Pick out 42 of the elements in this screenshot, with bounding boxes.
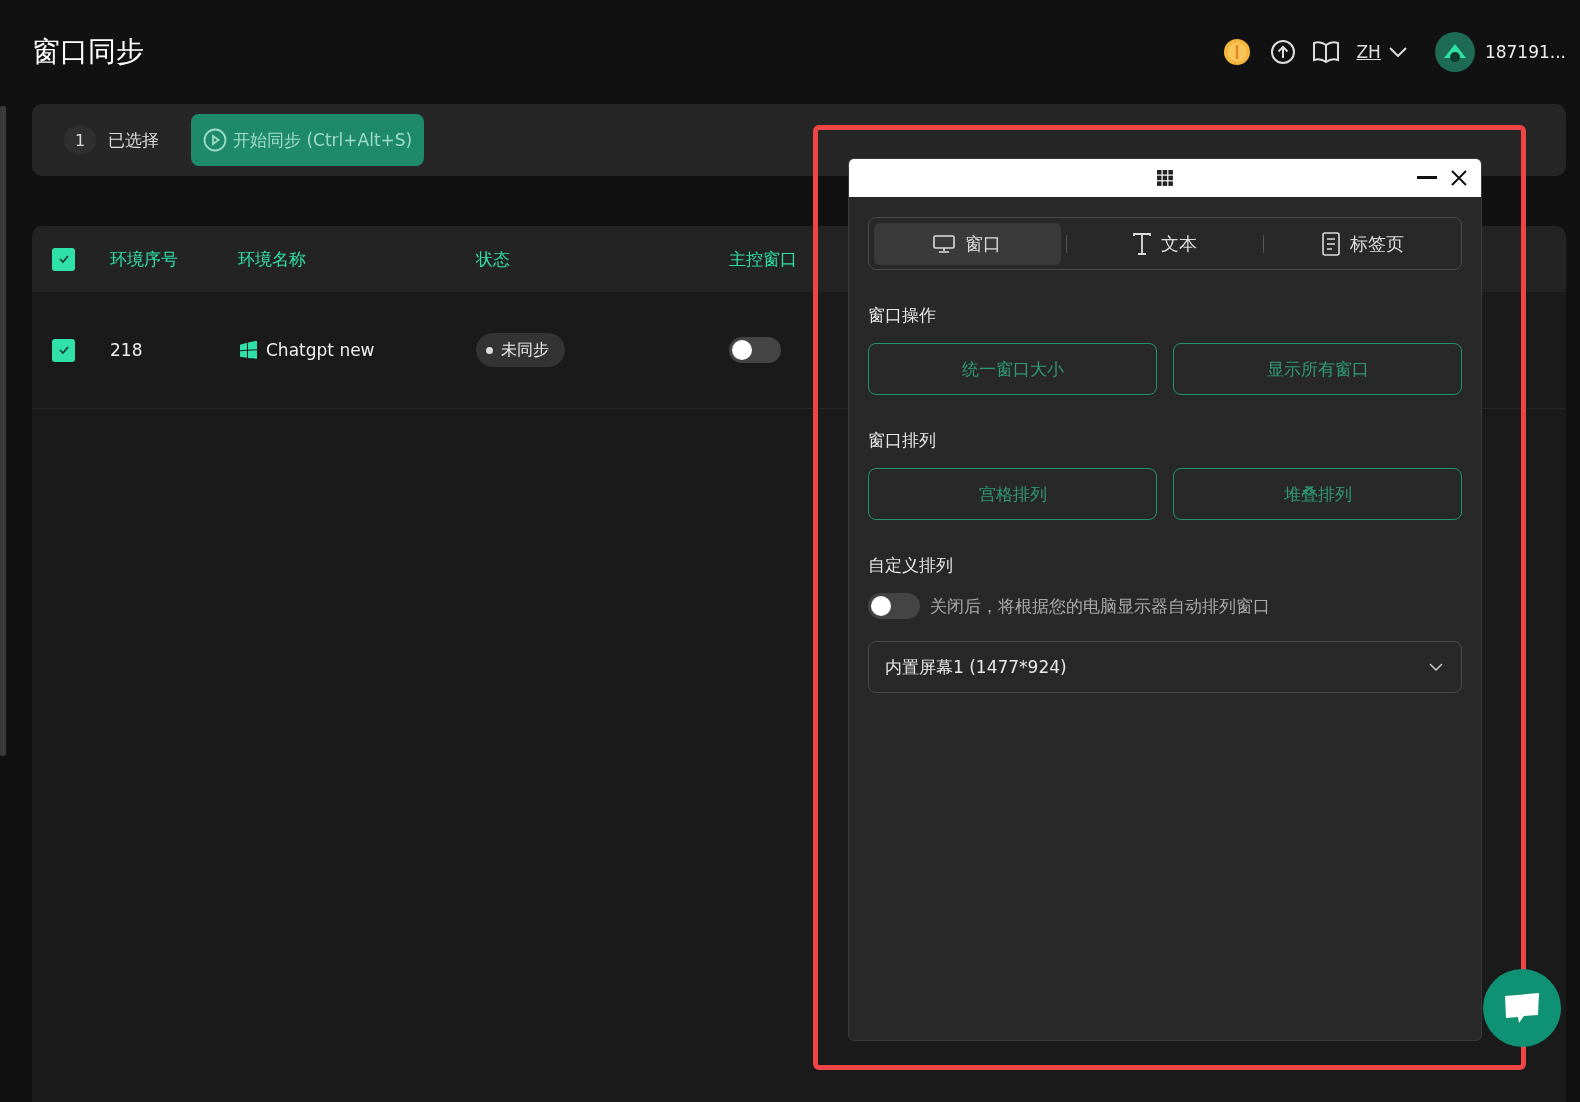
action-button[interactable]: 显示所有窗口 xyxy=(1173,343,1462,395)
chat-bubble-icon xyxy=(1502,991,1542,1025)
avatar-icon[interactable] xyxy=(1434,32,1475,72)
text-icon xyxy=(1133,232,1151,255)
grid-icon xyxy=(1157,170,1173,186)
action-button[interactable]: 堆叠排列 xyxy=(1173,468,1462,520)
screen-select[interactable]: 内置屏幕1 (1477*924) xyxy=(868,641,1462,693)
chevron-down-icon xyxy=(1388,47,1407,57)
language-selector[interactable]: ZH xyxy=(1356,42,1407,62)
action-button[interactable]: 统一窗口大小 xyxy=(868,343,1157,395)
master-window-toggle[interactable] xyxy=(729,337,781,363)
selected-count: 1 xyxy=(64,126,96,154)
document-icon xyxy=(1321,231,1340,256)
tab[interactable]: 标签页 xyxy=(1269,222,1456,265)
custom-arrange-toggle[interactable] xyxy=(868,593,920,619)
toggle-hint: 关闭后，将根据您的电脑显示器自动排列窗口 xyxy=(930,594,1270,618)
monitor-icon xyxy=(933,234,956,253)
row-checkbox[interactable] xyxy=(52,338,75,362)
select-all-checkbox[interactable] xyxy=(52,247,75,271)
status-badge: 未同步 xyxy=(476,333,565,367)
column-header: 环境序号 xyxy=(110,247,178,271)
tab[interactable]: 文本 xyxy=(1071,222,1259,265)
upload-icon[interactable] xyxy=(1270,39,1297,65)
table-cell: Chatgpt new xyxy=(266,340,375,360)
section-title: 窗口操作 xyxy=(868,304,937,327)
tab[interactable]: 窗口 xyxy=(874,222,1061,265)
section-title: 自定义排列 xyxy=(868,554,954,577)
close-icon[interactable] xyxy=(1451,170,1467,186)
minimize-icon[interactable] xyxy=(1417,176,1437,180)
selected-label: 已选择 xyxy=(108,128,159,152)
windows-logo-icon xyxy=(238,341,258,359)
play-icon xyxy=(203,128,227,152)
page-title: 窗口同步 xyxy=(32,34,144,70)
action-button[interactable]: 宫格排列 xyxy=(868,468,1157,520)
username[interactable]: 187191... xyxy=(1484,42,1566,62)
section-title: 窗口排列 xyxy=(868,429,937,452)
column-header: 环境名称 xyxy=(238,247,306,271)
table-cell-text: 218 xyxy=(110,340,144,360)
book-icon[interactable] xyxy=(1312,40,1341,64)
column-header: 主控窗口 xyxy=(729,247,797,271)
chevron-down-icon xyxy=(1429,663,1443,671)
column-header: 状态 xyxy=(476,247,510,271)
